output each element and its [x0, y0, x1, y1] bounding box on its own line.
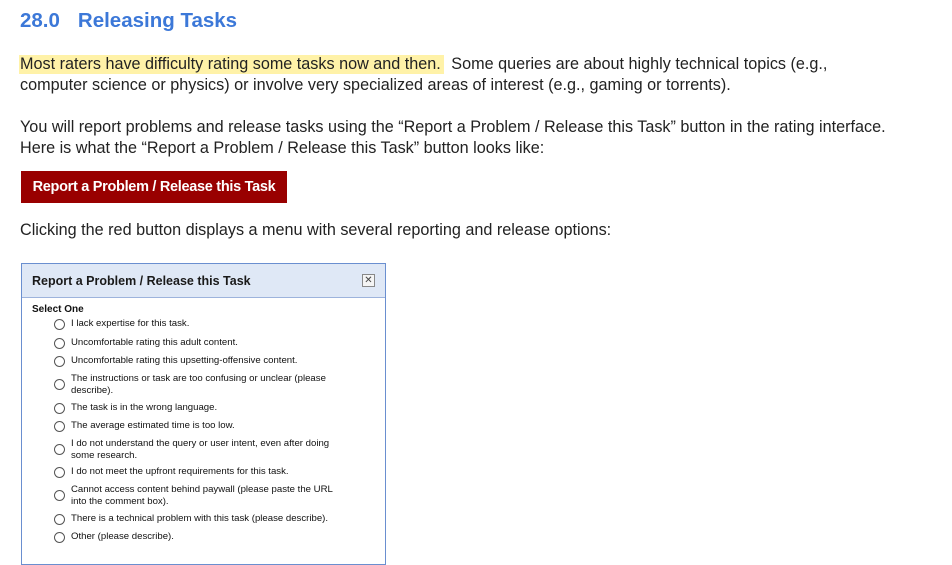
option-label-line: describe). — [71, 384, 114, 396]
option-label-line: some research. — [71, 449, 138, 461]
instructions-paragraph: You will report problems and release tas… — [20, 117, 886, 159]
option-label-line: into the comment box). — [71, 495, 169, 507]
option-item[interactable]: There is a technical problem with this t… — [54, 513, 374, 525]
report-problem-button[interactable]: Report a Problem / Release this Task — [21, 171, 287, 203]
dialog-title: Report a Problem / Release this Task — [32, 274, 251, 288]
option-label-line: The instructions or task are too confusi… — [71, 373, 326, 384]
radio-button[interactable] — [54, 403, 65, 414]
radio-button[interactable] — [54, 319, 65, 330]
option-label-line: I lack expertise for this task. — [71, 318, 190, 329]
radio-button[interactable] — [54, 356, 65, 367]
option-label: I lack expertise for this task. — [71, 318, 189, 330]
report-problem-dialog: Report a Problem / Release this Task ✕ S… — [21, 263, 386, 565]
option-label: I do not meet the upfront requirements f… — [71, 466, 289, 478]
radio-button[interactable] — [54, 421, 65, 432]
option-label: Uncomfortable rating this upsetting-offe… — [71, 355, 297, 367]
intro-line2: computer science or physics) or involve … — [20, 76, 731, 94]
option-label-line: I do not meet the upfront requirements f… — [71, 466, 289, 477]
option-label-line: Cannot access content behind paywall (pl… — [71, 484, 333, 495]
close-icon[interactable]: ✕ — [362, 274, 375, 287]
option-label: The average estimated time is too low. — [71, 420, 235, 432]
option-label-line: There is a technical problem with this t… — [71, 513, 329, 524]
radio-button[interactable] — [54, 532, 65, 543]
radio-button[interactable] — [54, 514, 65, 525]
radio-button[interactable] — [54, 444, 65, 455]
option-label: The task is in the wrong language. — [71, 402, 217, 414]
option-label: I do not understand the query or user in… — [71, 438, 329, 461]
option-item[interactable]: Uncomfortable rating this upsetting-offe… — [54, 355, 374, 367]
option-item[interactable]: The average estimated time is too low. — [54, 420, 374, 432]
option-label-line: Uncomfortable rating this upsetting-offe… — [71, 355, 298, 366]
select-one-label: Select One — [32, 304, 84, 315]
option-item[interactable]: Cannot access content behind paywall (pl… — [54, 484, 374, 507]
menu-description: Clicking the red button displays a menu … — [20, 221, 612, 239]
option-item[interactable]: The task is in the wrong language. — [54, 402, 374, 414]
radio-button[interactable] — [54, 490, 65, 501]
option-item[interactable]: I lack expertise for this task. — [54, 318, 374, 330]
option-item[interactable]: Other (please describe). — [54, 531, 374, 543]
option-label-line: Uncomfortable rating this adult content. — [71, 337, 238, 348]
intro-line1-rest: Some queries are about highly technical … — [451, 55, 828, 73]
option-label-line: The task is in the wrong language. — [71, 402, 218, 413]
instructions-line1: You will report problems and release tas… — [20, 118, 886, 136]
option-label: Other (please describe). — [71, 531, 174, 543]
instructions-line2: Here is what the “Report a Problem / Rel… — [20, 139, 545, 157]
radio-button[interactable] — [54, 338, 65, 349]
dialog-header: Report a Problem / Release this Task ✕ — [22, 264, 385, 298]
section-number: 28.0 — [20, 9, 60, 32]
radio-button[interactable] — [54, 467, 65, 478]
highlighted-sentence: Most raters have difficulty rating some … — [19, 55, 444, 74]
intro-paragraph: Most raters have difficulty rating some … — [19, 54, 828, 96]
option-label-line: Other (please describe). — [71, 531, 174, 542]
option-item[interactable]: The instructions or task are too confusi… — [54, 373, 374, 396]
option-label: Cannot access content behind paywall (pl… — [71, 484, 333, 507]
option-label: There is a technical problem with this t… — [71, 513, 328, 525]
option-item[interactable]: I do not understand the query or user in… — [54, 438, 374, 461]
option-label-line: I do not understand the query or user in… — [71, 438, 330, 449]
option-label: The instructions or task are too confusi… — [71, 373, 326, 396]
section-title: Releasing Tasks — [77, 9, 238, 32]
radio-button[interactable] — [54, 379, 65, 390]
option-item[interactable]: Uncomfortable rating this adult content. — [54, 337, 374, 349]
option-label: Uncomfortable rating this adult content. — [71, 337, 238, 349]
option-item[interactable]: I do not meet the upfront requirements f… — [54, 466, 374, 478]
section-heading: 28.0 Releasing Tasks — [20, 9, 237, 33]
option-label-line: The average estimated time is too low. — [71, 420, 235, 431]
